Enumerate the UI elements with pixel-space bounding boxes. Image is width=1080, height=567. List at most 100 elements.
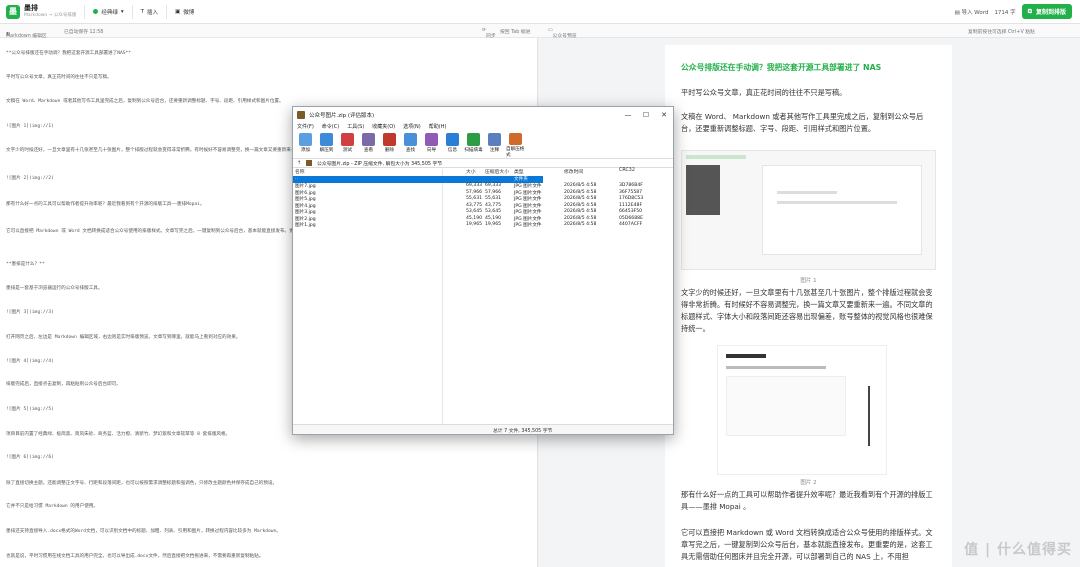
- preview-paragraph: 它可以直接把 Markdown 或 Word 文档转换成适合公众号使用的排版样式…: [681, 528, 933, 561]
- copy-icon: ⧉: [1027, 7, 1032, 15]
- editor-line[interactable]: **公众号排版还在手动调？我把这套开源工具部署进了NAS**: [6, 50, 531, 56]
- cell: JPG 图片文件: [514, 223, 542, 228]
- maximize-button[interactable]: ☐: [637, 107, 655, 123]
- column-header[interactable]: 压缩后大小: [485, 168, 509, 175]
- editor-line[interactable]: ![图片 6](img://6): [6, 454, 531, 460]
- import-word-button[interactable]: ▤ 导入 Word: [955, 8, 989, 16]
- app-logo: 墨: [6, 4, 20, 19]
- column-header[interactable]: 修改时间: [564, 168, 583, 175]
- cell: 55,631: [485, 196, 502, 201]
- preview-label: ▭ 公众号预览: [548, 28, 577, 39]
- tool-button[interactable]: 注释: [485, 132, 504, 158]
- divider: [131, 4, 133, 19]
- zip-icon: [306, 160, 313, 166]
- cell: 2026/8/5 4:58: [564, 189, 597, 195]
- tool-icon: [425, 133, 438, 146]
- cell: 图片3.jpg: [295, 210, 316, 215]
- tool-icon: [509, 133, 522, 145]
- tool-label: 解压到: [319, 148, 334, 153]
- tool-icon: [362, 133, 375, 146]
- document-icon: ▤: [954, 9, 962, 16]
- tool-button[interactable]: 删除: [380, 132, 399, 158]
- column-header[interactable]: 名称: [295, 168, 305, 175]
- editor-line[interactable]: 墨排还支持直接导入.docx格式的Word文档，可以识别文档中的标题、加粗、列表…: [6, 528, 531, 534]
- tool-label: 注释: [489, 148, 500, 153]
- preview-hint: 复制前按住可选择 Ctrl+V 粘贴: [968, 30, 1035, 35]
- column-header[interactable]: 类型: [514, 168, 524, 175]
- table-row-parent[interactable]: .. 文件夹: [293, 176, 543, 183]
- tool-label: 测试: [342, 148, 353, 153]
- tool-button[interactable]: 向导: [422, 132, 441, 158]
- tool-button[interactable]: 扫描病毒: [464, 132, 483, 158]
- menu-item[interactable]: 命令(C): [322, 123, 339, 132]
- editor-line[interactable]: 平时写公众号文章，真正花时间的往往不只是写稿。: [6, 74, 531, 80]
- close-button[interactable]: ✕: [655, 107, 673, 123]
- weibo-button[interactable]: ▣ 微博: [175, 8, 194, 16]
- editor-line[interactable]: 文稿在 Word、Markdown 或者其他写作工具里完成之后，复制到公众号后台…: [6, 98, 531, 104]
- preview-image-2: [717, 345, 887, 475]
- tool-icon: [467, 133, 480, 146]
- table-row[interactable]: 图片1.jpg 19,965 19,965 JPG 图片文件 2026/8/5 4:58…: [293, 222, 675, 229]
- archive-window[interactable]: 公众号图片.zip (评估版本) — ☐ ✕ 文件(F) 命令(C) 工具(S) 收藏…: [292, 106, 674, 435]
- window-titlebar[interactable]: 公众号图片.zip (评估版本) — ☐ ✕: [293, 107, 673, 123]
- cell: 19,965: [466, 222, 483, 227]
- cell: 2026/8/5 4:58: [564, 215, 597, 221]
- cell: JPG 图片文件: [514, 203, 542, 209]
- editor-line[interactable]: 也就是说，平时习惯用在线文档工具的用户完全，也可以导出成.docx文件，然后直接…: [6, 553, 531, 559]
- app-name: 墨排: [24, 3, 38, 12]
- cell: 19,965: [485, 222, 502, 227]
- tool-button[interactable]: 添加: [296, 132, 315, 158]
- editor-line[interactable]: 它并不只是给习惯 Markdown 的用户使用。: [6, 503, 531, 509]
- cell: 2026/8/5 4:58: [564, 222, 597, 227]
- chevron-down-icon: ▾: [120, 8, 124, 15]
- archive-toolbar: 添加 解压到 测试 查看 删除 查找 向导 信息 扫描病毒 注释 自解压格式: [293, 132, 673, 159]
- tool-label: 信息: [447, 148, 458, 153]
- up-arrow-icon[interactable]: ↑: [297, 161, 301, 166]
- sync-toggle[interactable]: ⟳ 同步: [482, 28, 496, 39]
- column-header[interactable]: CRC32: [619, 168, 635, 173]
- tool-icon: [404, 133, 417, 146]
- menu-item[interactable]: 收藏夹(O): [372, 123, 395, 132]
- tool-icon: [320, 133, 333, 146]
- theme-label: 经典绿: [101, 9, 118, 16]
- insert-button[interactable]: T 插入: [141, 8, 158, 16]
- column-headers: 名称 大小 压缩后大小 类型 修改时间 CRC32: [293, 168, 675, 175]
- tool-button[interactable]: 查看: [359, 132, 378, 158]
- status-text: 总计 7 文件, 345,505 字节: [493, 429, 553, 434]
- image-icon: ▣: [175, 8, 181, 15]
- menu-item[interactable]: 选项(N): [403, 123, 421, 132]
- cell: JPG 图片文件: [514, 184, 542, 189]
- column-header[interactable]: 大小: [466, 168, 476, 175]
- menu-item[interactable]: 文件(F): [297, 123, 314, 132]
- app-brand: 墨排 Markdown → 公众号排版: [24, 3, 76, 19]
- menu-item[interactable]: 帮助(H): [429, 123, 447, 132]
- preview-title: 公众号排版还在手动调？我把这套开源工具部署进了 NAS: [681, 63, 882, 72]
- tool-button[interactable]: 信息: [443, 132, 462, 158]
- tool-button[interactable]: 查找: [401, 132, 420, 158]
- cell: 文件夹: [514, 177, 528, 182]
- tool-button[interactable]: 解压到: [317, 132, 336, 158]
- cell: 3D786B4F: [619, 183, 643, 188]
- theme-select[interactable]: 经典绿 ▾: [93, 8, 124, 16]
- cell: 57,966: [466, 189, 483, 195]
- tool-button[interactable]: 自解压格式: [506, 132, 525, 158]
- menu-item[interactable]: 工具(S): [347, 123, 364, 132]
- tool-label: 查找: [405, 148, 416, 153]
- cell: 4407ACFF: [619, 222, 643, 227]
- archive-icon: [297, 111, 305, 119]
- cell: 05D6688E: [619, 215, 643, 221]
- menu-bar: 文件(F) 命令(C) 工具(S) 收藏夹(O) 选项(N) 帮助(H): [293, 123, 673, 132]
- text-icon: T: [140, 8, 145, 15]
- preview-paragraph: 文稿在 Word、 Markdown 或者其他写作工具里完成之后，复制到公众号后…: [681, 112, 924, 133]
- tool-button[interactable]: 测试: [338, 132, 357, 158]
- import-word-label: 导入 Word: [961, 9, 989, 16]
- cell: 55,631: [466, 196, 483, 201]
- editor-line[interactable]: 除了直接切换主题，还能调整正文字号、行距和段落间距，也可以按照需求调整标题和强调…: [6, 480, 531, 486]
- tool-label: 向导: [426, 148, 437, 153]
- weibo-label: 微博: [183, 9, 195, 16]
- tool-label: 自解压格式: [506, 147, 525, 158]
- copy-button[interactable]: ⧉ 复制到排版: [1021, 4, 1072, 19]
- cell: 2026/8/5 4:58: [564, 202, 597, 208]
- minimize-button[interactable]: —: [619, 107, 637, 123]
- preview-image-1: [681, 150, 936, 270]
